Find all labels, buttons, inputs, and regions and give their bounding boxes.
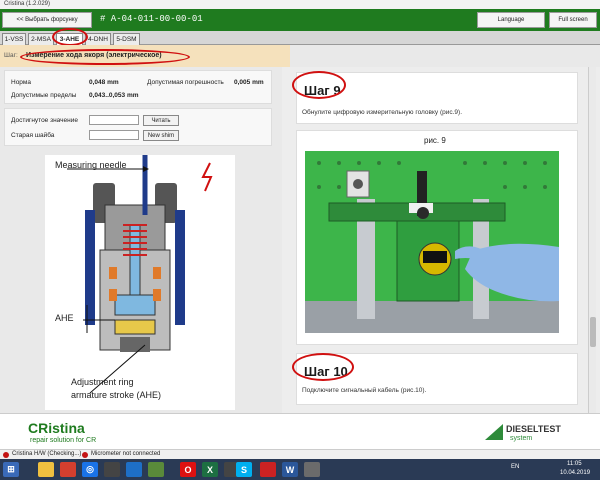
taskbar: ⊞ ◎ O X S W EN 11:05 10.04.2019 xyxy=(0,459,600,480)
micrometer-status-icon xyxy=(82,452,88,458)
reached-value-label: Достигнутое значение xyxy=(11,117,78,124)
acrobat-icon[interactable] xyxy=(60,462,76,477)
step-label: Шаг: xyxy=(4,52,18,59)
select-injector-button[interactable]: << Выбрать форсунку xyxy=(2,12,92,28)
step-9-highlight-oval xyxy=(292,71,346,99)
brand-logo: CRistina xyxy=(28,420,85,436)
tab-5-dsm[interactable]: 5-DSM xyxy=(113,33,140,45)
dieseltest-subtitle: system xyxy=(510,435,533,442)
injector-diagram: Measuring needle AHE Adjustment ring arm… xyxy=(45,155,235,410)
tab-strip: 1-VSS 2-MSA 3-AHE 4-DNH 5-DSM xyxy=(0,31,600,45)
tolerance-label: Допустимая погрешность xyxy=(147,79,224,86)
read-button[interactable]: Читать xyxy=(143,115,179,126)
browser-icon[interactable]: ◎ xyxy=(82,462,98,477)
reached-value-field[interactable] xyxy=(89,115,139,125)
viewer-icon[interactable] xyxy=(304,462,320,477)
micrometer-status-text: Micrometer not connected xyxy=(91,451,161,457)
ahe-label: AHE xyxy=(55,313,74,323)
step-10-highlight-oval xyxy=(292,353,354,381)
figure-9-card: рис. 9 xyxy=(296,130,578,345)
parameters-panel: Норма 0,048 mm Допустимая погрешность 0,… xyxy=(4,70,272,104)
limits-value: 0,043..0,053 mm xyxy=(89,92,139,99)
norm-label: Норма xyxy=(11,79,32,86)
network-icon[interactable] xyxy=(126,462,142,477)
top-bar: << Выбрать форсунку # A-04-011-00-00-01 … xyxy=(0,9,600,31)
language-indicator[interactable]: EN xyxy=(511,464,519,470)
norm-value: 0,048 mm xyxy=(89,79,119,86)
file-explorer-icon[interactable] xyxy=(38,462,54,477)
status-bar: Cristina H/W (Checking...) Micrometer no… xyxy=(0,449,600,459)
opera-icon[interactable]: O xyxy=(180,462,196,477)
injector-cross-section xyxy=(67,155,213,394)
excel-icon[interactable]: X xyxy=(202,462,218,477)
word-icon[interactable]: W xyxy=(282,462,298,477)
scrollbar-thumb[interactable] xyxy=(590,317,596,347)
armature-stroke-label: armature stroke (AHE) xyxy=(71,390,162,400)
old-shim-field[interactable] xyxy=(89,130,139,140)
figure-9-caption: рис. 9 xyxy=(424,136,446,145)
adjustment-ring-label: Adjustment ring xyxy=(71,377,134,387)
dieseltest-logo-icon xyxy=(485,424,503,440)
measuring-needle-label: Measuring needle xyxy=(55,160,127,170)
tab-1-vss[interactable]: 1-VSS xyxy=(2,33,26,45)
new-shim-button[interactable]: New shim xyxy=(143,130,179,141)
step-9-text: Обнулите цифровую измерительную головку … xyxy=(302,109,462,116)
step-highlight-oval xyxy=(20,49,190,65)
app-red-icon[interactable] xyxy=(260,462,276,477)
old-shim-label: Старая шайба xyxy=(11,132,55,139)
step-10-text: Подключите сигнальный кабель (рис.10). xyxy=(302,387,427,394)
dieseltest-name: DIESELTEST xyxy=(506,424,561,434)
skype-icon[interactable]: S xyxy=(236,462,252,477)
media-icon[interactable] xyxy=(148,462,164,477)
fullscreen-button[interactable]: Full screen xyxy=(549,12,597,28)
clock-time[interactable]: 11:05 xyxy=(567,461,582,467)
tab-highlight-oval xyxy=(52,28,88,46)
language-button[interactable]: Language xyxy=(477,12,545,28)
figure-9-photo xyxy=(305,151,559,333)
limits-label: Допустимые пределы xyxy=(11,92,77,99)
clock-date[interactable]: 10.04.2019 xyxy=(560,470,590,476)
window-title: Cristina (1.2.029) xyxy=(0,0,600,9)
start-button-icon[interactable]: ⊞ xyxy=(3,462,19,477)
measurement-panel: Достигнутое значение Читать Старая шайба… xyxy=(4,108,272,146)
footer: CRistina repair solution for CR DIESELTE… xyxy=(0,413,600,449)
app-icon[interactable] xyxy=(104,462,120,477)
hw-status-text: Cristina H/W (Checking...) xyxy=(12,451,82,457)
tab-4-dnh[interactable]: 4-DNH xyxy=(85,33,111,45)
instructions-scrollbar[interactable] xyxy=(588,67,596,413)
part-code: # A-04-011-00-00-01 xyxy=(100,14,203,24)
tolerance-value: 0,005 mm xyxy=(234,79,264,86)
hw-status-icon xyxy=(3,452,9,458)
brand-tagline: repair solution for CR xyxy=(30,437,97,444)
tab-2-msa[interactable]: 2-MSA xyxy=(28,33,54,45)
